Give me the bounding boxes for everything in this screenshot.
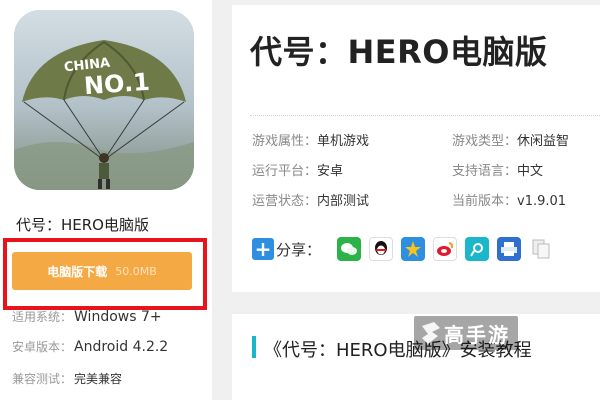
weibo-icon[interactable] bbox=[433, 237, 458, 261]
watermark-logo-icon bbox=[422, 322, 440, 344]
info-platform-value: 安卓 bbox=[317, 164, 344, 179]
info-status: 运营状态：内部测试 bbox=[252, 190, 369, 209]
download-label: 电脑版下载 bbox=[47, 264, 108, 279]
info-attr-value: 单机游戏 bbox=[317, 134, 370, 149]
info-version-key: 当前版本： bbox=[452, 194, 518, 209]
qzone-icon[interactable] bbox=[401, 237, 426, 261]
watermark-text: 高手游 bbox=[444, 322, 510, 347]
info-type-value: 休闲益智 bbox=[517, 134, 570, 149]
wechat-icon[interactable] bbox=[337, 237, 362, 261]
app-name: 代号：HERO电脑版 bbox=[16, 216, 149, 234]
info-status-value: 内部测试 bbox=[317, 194, 370, 209]
info-attr: 游戏属性：单机游戏 bbox=[252, 130, 369, 149]
icon-text-no1: NO.1 bbox=[83, 67, 151, 101]
site-watermark: 高手游 bbox=[414, 316, 518, 350]
info-platform-key: 运行平台： bbox=[252, 164, 318, 179]
info-type: 游戏类型：休闲益智 bbox=[452, 130, 569, 149]
info-type-key: 游戏类型： bbox=[452, 134, 518, 149]
print-icon[interactable] bbox=[497, 237, 522, 261]
spec-os-key: 适用系统： bbox=[12, 310, 73, 324]
info-version: 当前版本：v1.9.01 bbox=[452, 190, 566, 209]
spec-android-key: 安卓版本： bbox=[12, 340, 73, 354]
info-lang-key: 支持语言： bbox=[452, 164, 518, 179]
qq-icon[interactable] bbox=[369, 237, 394, 261]
share-bar: + 分享： bbox=[252, 237, 561, 261]
divider bbox=[250, 115, 600, 116]
spec-os: 适用系统： Windows 7+ bbox=[12, 308, 162, 325]
share-plus-icon[interactable]: + bbox=[252, 238, 274, 260]
game-info-card: 代号：HERO电脑版 游戏属性：单机游戏 游戏类型：休闲益智 运行平台：安卓 支… bbox=[232, 5, 600, 292]
spec-os-value: Windows 7+ bbox=[74, 309, 162, 325]
download-size: 50.0MB bbox=[115, 264, 157, 278]
pc-download-button[interactable]: 电脑版下载 50.0MB bbox=[12, 252, 192, 290]
info-lang-value: 中文 bbox=[517, 164, 544, 179]
spec-compat: 兼容测试： 完美兼容 bbox=[12, 370, 122, 387]
spec-android: 安卓版本： Android 4.2.2 bbox=[12, 338, 168, 355]
info-lang: 支持语言：中文 bbox=[452, 160, 543, 179]
info-attr-key: 游戏属性： bbox=[252, 134, 318, 149]
app-sidebar-card: CHINA NO.1 代号：HERO电脑版 电脑版下载 50.0MB 适用系统：… bbox=[0, 0, 212, 400]
parachute-icon bbox=[14, 10, 194, 190]
share-label: 分享： bbox=[276, 240, 322, 259]
section-accent bbox=[252, 336, 256, 358]
app-icon[interactable]: CHINA NO.1 bbox=[14, 10, 194, 190]
spec-android-value: Android 4.2.2 bbox=[74, 339, 169, 355]
spec-compat-value: 完美兼容 bbox=[74, 372, 123, 386]
tencent-weibo-icon[interactable] bbox=[465, 237, 490, 261]
info-version-value: v1.9.01 bbox=[517, 194, 567, 209]
copy-icon[interactable] bbox=[529, 237, 554, 261]
spec-compat-key: 兼容测试： bbox=[12, 372, 73, 386]
page-title: 代号：HERO电脑版 bbox=[250, 33, 548, 71]
info-platform: 运行平台：安卓 bbox=[252, 160, 343, 179]
info-status-key: 运营状态： bbox=[252, 194, 318, 209]
